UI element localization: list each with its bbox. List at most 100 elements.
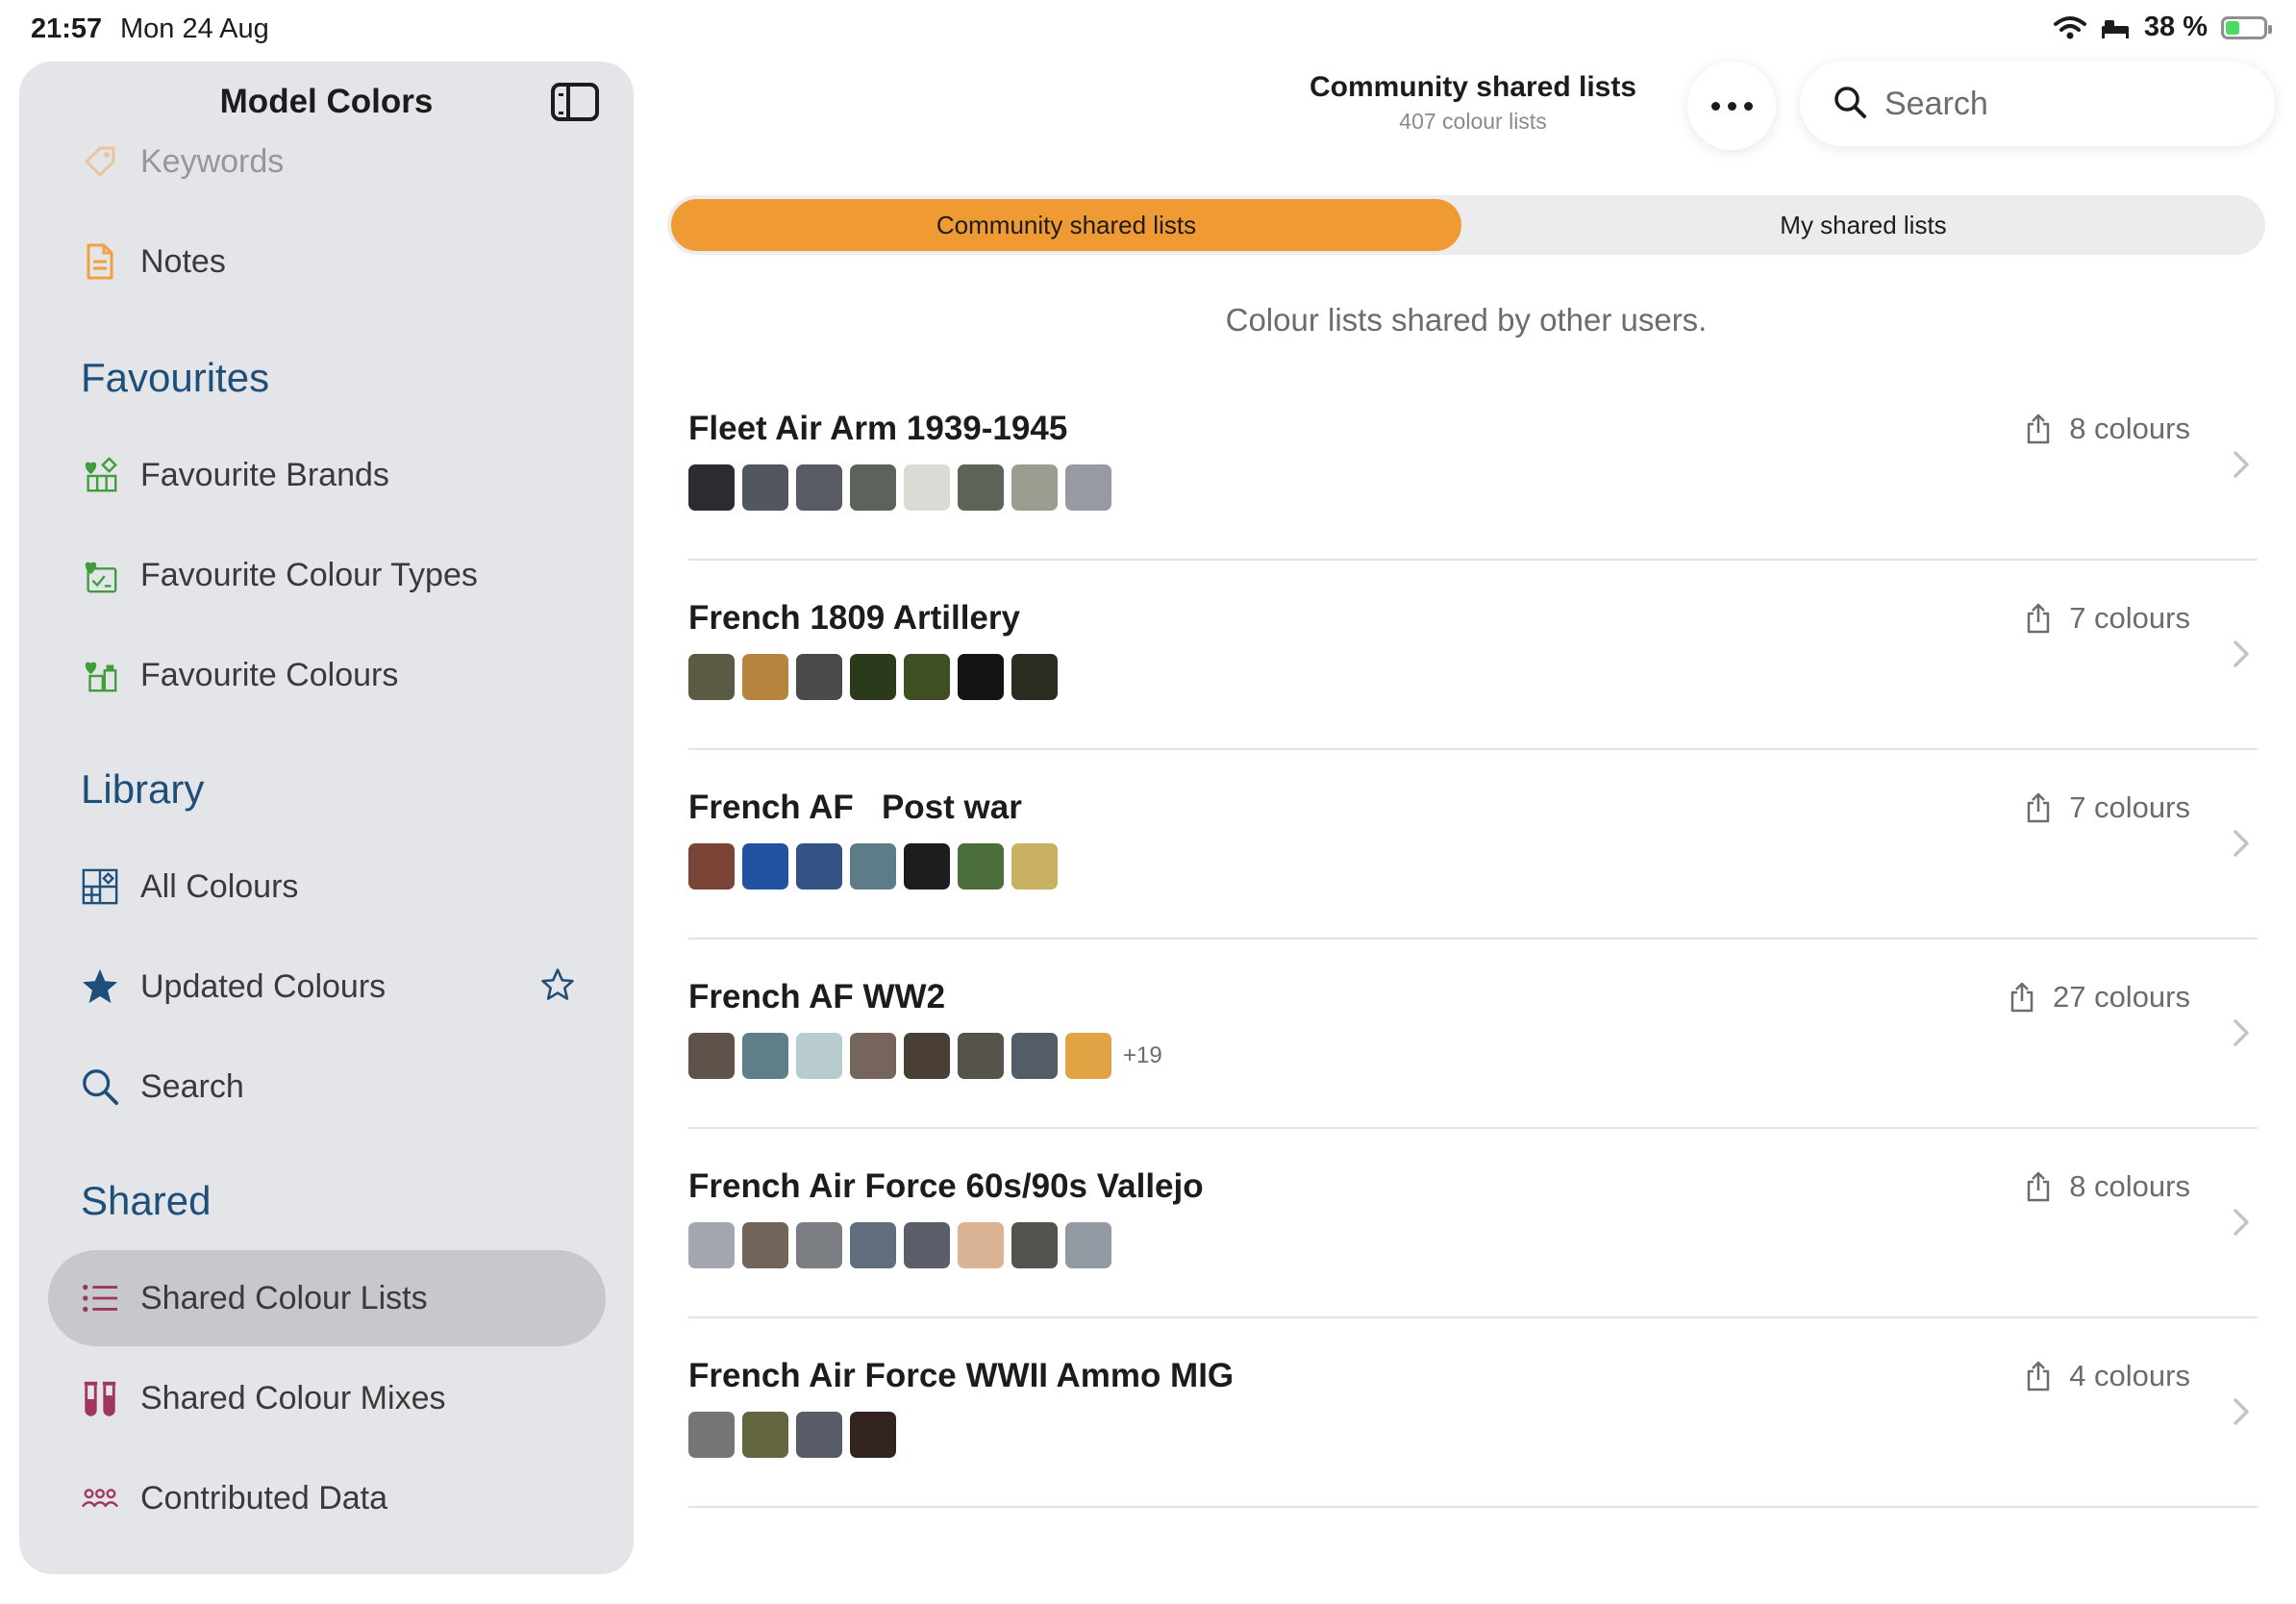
battery-percent: 38 % bbox=[2143, 12, 2208, 42]
swatch-row bbox=[688, 1222, 1111, 1268]
colour-count: 8 colours bbox=[2025, 412, 2190, 446]
search-icon bbox=[81, 1067, 119, 1106]
segmented-control: Community shared lists My shared lists bbox=[667, 195, 2265, 255]
colour-swatch bbox=[850, 1412, 896, 1458]
search-placeholder: Search bbox=[1884, 85, 1988, 122]
colour-swatch bbox=[1065, 464, 1111, 511]
colour-swatch bbox=[1011, 843, 1058, 890]
swatch-row bbox=[688, 654, 1058, 700]
segment-my-shared-lists[interactable]: My shared lists bbox=[1465, 199, 2261, 251]
swatch-row bbox=[688, 464, 1111, 511]
page-subtitle: 407 colour lists bbox=[1399, 109, 1547, 134]
colour-swatch bbox=[688, 1033, 735, 1079]
sidebar-item-all-colours[interactable]: All Colours bbox=[48, 839, 606, 935]
sidebar-item-label: Shared Colour Mixes bbox=[140, 1379, 446, 1416]
colour-swatch bbox=[850, 1033, 896, 1079]
search-input[interactable]: Search bbox=[1800, 62, 2275, 146]
chevron-right-icon bbox=[2233, 1018, 2250, 1052]
chevron-right-icon bbox=[2233, 829, 2250, 863]
list-name: French Air Force WWII Ammo MIG bbox=[688, 1357, 1235, 1394]
heart-types-icon bbox=[81, 556, 119, 594]
chevron-right-icon bbox=[2233, 450, 2250, 484]
colour-swatch bbox=[742, 1412, 788, 1458]
colour-count: 27 colours bbox=[2009, 980, 2190, 1015]
sidebar-item-updated-colours[interactable]: Updated Colours bbox=[48, 939, 606, 1035]
colour-count-label: 7 colours bbox=[2069, 790, 2190, 824]
heart-brands-icon bbox=[81, 456, 119, 494]
colour-swatch bbox=[958, 843, 1004, 890]
swatch-row bbox=[688, 1412, 896, 1458]
colour-swatch bbox=[796, 1033, 842, 1079]
battery-fill bbox=[2226, 20, 2239, 35]
colour-swatch bbox=[1011, 1222, 1058, 1268]
colour-swatch bbox=[688, 1222, 735, 1268]
star-outline-icon[interactable] bbox=[540, 967, 579, 1006]
sidebar-item-shared-colour-mixes[interactable]: Shared Colour Mixes bbox=[48, 1350, 606, 1446]
colour-swatch bbox=[850, 464, 896, 511]
list-name: French 1809 Artillery bbox=[688, 599, 1020, 637]
colour-count-label: 7 colours bbox=[2069, 601, 2190, 635]
more-colours-count: +19 bbox=[1123, 1042, 1162, 1068]
colour-swatch bbox=[958, 654, 1004, 700]
share-icon bbox=[2010, 982, 2034, 1013]
share-icon bbox=[2027, 1361, 2050, 1391]
sidebar-item-favourite-colour-types[interactable]: Favourite Colour Types bbox=[48, 527, 606, 623]
colour-swatch bbox=[796, 464, 842, 511]
colour-swatch bbox=[742, 464, 788, 511]
sidebar-item-shared-colour-lists[interactable]: Shared Colour Lists bbox=[48, 1250, 606, 1346]
list-item[interactable]: French 1809 Artillery 7 colours bbox=[688, 561, 2258, 750]
colour-swatch bbox=[958, 1033, 1004, 1079]
page-title: Community shared lists bbox=[1309, 71, 1637, 103]
ellipsis-dot bbox=[1727, 101, 1736, 111]
list-item[interactable]: Fleet Air Arm 1939-1945 8 colours bbox=[688, 371, 2258, 561]
colour-swatch bbox=[688, 1412, 735, 1458]
colour-swatch bbox=[742, 1033, 788, 1079]
star-icon bbox=[81, 967, 119, 1006]
list-item[interactable]: French Air Force 60s/90s Vallejo 8 colour… bbox=[688, 1129, 2258, 1318]
people-icon bbox=[81, 1479, 119, 1517]
colour-swatch bbox=[1011, 654, 1058, 700]
colour-swatch bbox=[742, 843, 788, 890]
colour-count: 7 colours bbox=[2025, 601, 2190, 636]
sidebar-item-label: Search bbox=[140, 1067, 244, 1105]
search-icon bbox=[1833, 85, 1867, 124]
share-icon bbox=[2027, 414, 2050, 444]
colour-swatch bbox=[796, 654, 842, 700]
chevron-right-icon bbox=[2233, 639, 2250, 673]
sidebar-item-label: Favourite Brands bbox=[140, 456, 389, 493]
section-library: Library bbox=[81, 766, 205, 812]
list-name: French AF WW2 bbox=[688, 978, 946, 1015]
list-icon bbox=[81, 1279, 119, 1317]
colour-swatch bbox=[958, 1222, 1004, 1268]
list-item[interactable]: French AF Post war 7 colours bbox=[688, 750, 2258, 940]
status-bar: 21:57 Mon 24 Aug 38 % bbox=[0, 0, 2296, 60]
swatch-row: +19 bbox=[688, 1033, 1162, 1079]
segment-community-shared-lists[interactable]: Community shared lists bbox=[671, 199, 1461, 251]
sidebar-item-favourite-brands[interactable]: Favourite Brands bbox=[48, 427, 606, 523]
sidebar-item-contributed-data[interactable]: Contributed Data bbox=[48, 1450, 606, 1546]
sidebar-item-label: Shared Colour Lists bbox=[140, 1279, 428, 1316]
sidebar-item-label: Favourite Colour Types bbox=[140, 556, 478, 593]
colour-swatch bbox=[850, 843, 896, 890]
status-right: 38 % bbox=[2053, 12, 2272, 43]
list-name: Fleet Air Arm 1939-1945 bbox=[688, 410, 1068, 447]
colour-count: 4 colours bbox=[2025, 1359, 2190, 1393]
sidebar-item-keywords[interactable]: Keywords bbox=[48, 113, 606, 210]
sidebar-item-label: All Colours bbox=[140, 867, 299, 905]
colour-swatch bbox=[1065, 1222, 1111, 1268]
ellipsis-dot bbox=[1743, 101, 1753, 111]
test-tubes-icon bbox=[81, 1379, 119, 1417]
sidebar-item-label: Updated Colours bbox=[140, 967, 387, 1005]
colour-swatch bbox=[904, 654, 950, 700]
sidebar-item-search[interactable]: Search bbox=[48, 1039, 606, 1135]
grid-icon bbox=[81, 867, 119, 906]
colour-swatch bbox=[796, 1222, 842, 1268]
more-options-button[interactable] bbox=[1687, 62, 1776, 150]
list-item[interactable]: French AF WW2 +19 27 colours bbox=[688, 940, 2258, 1129]
swatch-row bbox=[688, 843, 1058, 890]
colour-swatch bbox=[850, 1222, 896, 1268]
sidebar-item-favourite-colours[interactable]: Favourite Colours bbox=[48, 627, 606, 723]
sidebar-item-notes[interactable]: Notes bbox=[48, 213, 606, 310]
colour-count-label: 8 colours bbox=[2069, 1169, 2190, 1203]
list-item[interactable]: French Air Force WWII Ammo MIG 4 colours bbox=[688, 1318, 2258, 1508]
